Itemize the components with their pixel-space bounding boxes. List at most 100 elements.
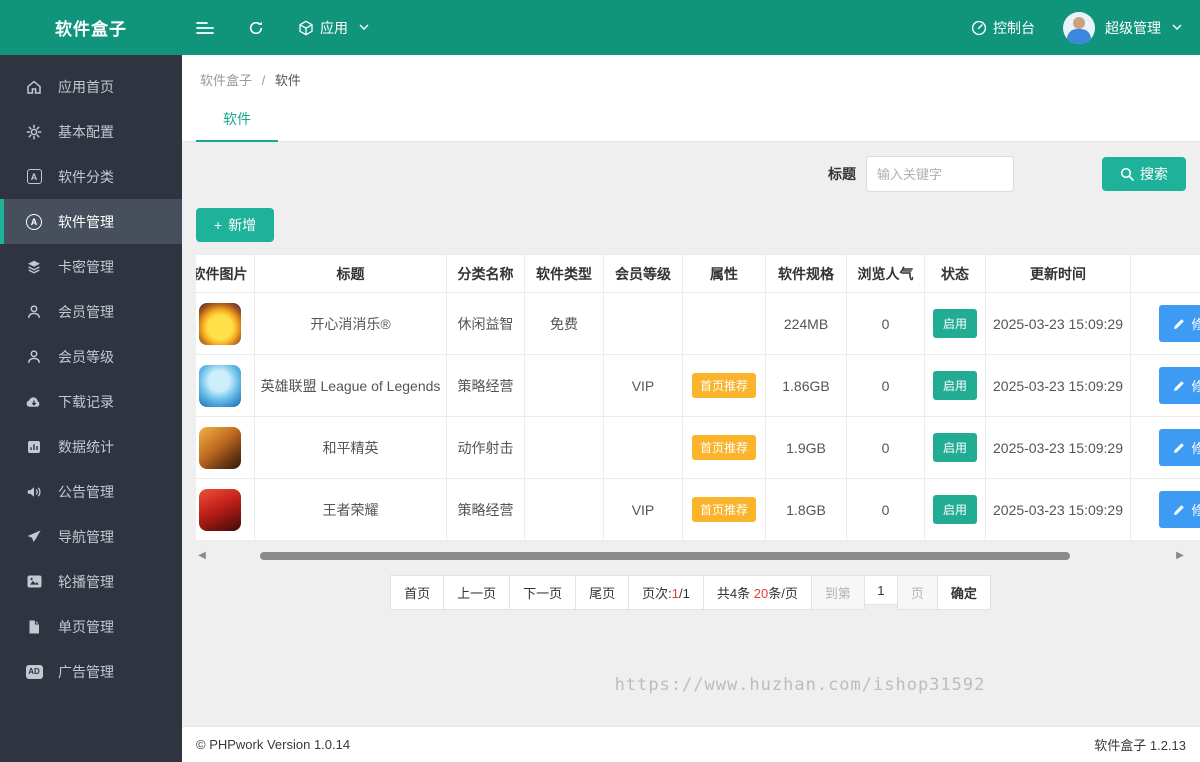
watermark: https://www.huzhan.com/ishop31592 — [614, 675, 986, 695]
pagination-next[interactable]: 下一页 — [509, 575, 577, 610]
breadcrumb-root[interactable]: 软件盒子 — [200, 73, 252, 88]
sidebar-item-software[interactable]: A 软件管理 — [0, 199, 182, 244]
edit-button[interactable]: 修改 — [1159, 491, 1200, 528]
cloud-download-icon — [24, 393, 44, 411]
status-toggle-button[interactable]: 启用 — [932, 309, 977, 338]
app-icon-happy-match — [198, 302, 241, 345]
ad-icon: AD — [24, 663, 44, 681]
cell-level — [603, 416, 683, 479]
sidebar-item-ads[interactable]: AD 广告管理 — [0, 649, 182, 694]
scroll-left-arrow[interactable]: ◀ — [196, 549, 208, 563]
table-header-row: 软件图片 标题 分类名称 软件类型 会员等级 属性 软件规格 浏览人气 状态 更… — [196, 254, 1200, 293]
scrollbar-thumb[interactable] — [260, 552, 1070, 560]
tab-bar: 软件 — [182, 99, 1200, 142]
user-menu-dropdown[interactable]: 超级管理 — [1103, 0, 1182, 55]
avatar[interactable] — [1063, 11, 1095, 44]
status-toggle-button[interactable]: 启用 — [932, 495, 977, 524]
search-field-label: 标题 — [828, 166, 856, 182]
col-level: 会员等级 — [603, 254, 683, 293]
cell-updated: 2025-03-23 15:09:29 — [985, 416, 1131, 479]
sidebar-item-config[interactable]: 基本配置 — [0, 109, 182, 154]
software-table: 软件图片 标题 分类名称 软件类型 会员等级 属性 软件规格 浏览人气 状态 更… — [196, 254, 1200, 541]
col-status: 状态 — [924, 254, 986, 293]
search-button[interactable]: 搜索 — [1102, 157, 1186, 191]
cell-type — [524, 354, 604, 417]
edit-button[interactable]: 修改 — [1159, 429, 1200, 466]
topbar: 软件盒子 应用 控制台 超级管理 — [0, 0, 1200, 55]
pagination-goto-unit: 页 — [896, 575, 938, 610]
sidebar-item-statistics[interactable]: 数据统计 — [0, 424, 182, 469]
refresh-icon — [248, 20, 264, 36]
chevron-down-icon — [1172, 24, 1182, 31]
collapse-menu-button[interactable] — [182, 0, 228, 55]
sidebar-item-pages[interactable]: 单页管理 — [0, 604, 182, 649]
send-icon — [24, 528, 44, 546]
layers-icon — [24, 258, 44, 276]
status-toggle-button[interactable]: 启用 — [932, 371, 977, 400]
toolbar: + 新增 — [182, 192, 1200, 254]
pagination-first[interactable]: 首页 — [390, 575, 445, 610]
user-icon — [24, 303, 44, 321]
console-button[interactable]: 控制台 — [957, 0, 1049, 55]
cell-size: 1.8GB — [765, 478, 847, 541]
home-recommend-badge: 首页推荐 — [691, 435, 756, 460]
app-menu-dropdown[interactable]: 应用 — [284, 0, 383, 55]
cell-level: VIP — [603, 478, 683, 541]
add-button[interactable]: + 新增 — [196, 208, 275, 242]
file-icon — [24, 618, 44, 636]
cell-type: 免费 — [524, 292, 604, 355]
app-icon-honor-of-kings — [198, 488, 241, 531]
cell-updated: 2025-03-23 15:09:29 — [985, 478, 1131, 541]
sidebar-item-categories[interactable]: A 软件分类 — [0, 154, 182, 199]
hamburger-icon — [196, 20, 214, 36]
pencil-icon — [1173, 504, 1185, 516]
sidebar-item-cardkeys[interactable]: 卡密管理 — [0, 244, 182, 289]
edit-button[interactable]: 修改 — [1159, 367, 1200, 404]
footer: © PHPwork Version 1.0.14 软件盒子 1.2.13 — [182, 726, 1200, 762]
cell-category: 策略经营 — [446, 478, 525, 541]
cell-title: 英雄联盟 League of Legends — [254, 354, 447, 417]
col-attr: 属性 — [682, 254, 766, 293]
cell-level — [603, 292, 683, 355]
table-row: 英雄联盟 League of Legends 策略经营 VIP 首页推荐 1.8… — [196, 354, 1200, 417]
horizontal-scrollbar: ◀ ▶ — [196, 549, 1186, 563]
sidebar-item-members[interactable]: 会员管理 — [0, 289, 182, 334]
pagination-confirm-button[interactable]: 确定 — [936, 575, 991, 610]
footer-version: 软件盒子 1.2.13 — [1094, 738, 1186, 753]
col-category: 分类名称 — [446, 254, 525, 293]
sidebar-item-navigation[interactable]: 导航管理 — [0, 514, 182, 559]
edit-button[interactable]: 修改 — [1159, 305, 1200, 342]
scroll-right-arrow[interactable]: ▶ — [1174, 549, 1186, 563]
status-toggle-button[interactable]: 启用 — [932, 433, 977, 462]
cell-title: 和平精英 — [254, 416, 447, 479]
pagination-last[interactable]: 尾页 — [575, 575, 630, 610]
pagination: 首页 上一页 下一页 尾页 页次:1/1 共4条 20条/页 到第 页 确定 — [182, 575, 1200, 610]
app-circle-icon: A — [24, 213, 44, 231]
gear-icon — [24, 123, 44, 141]
sidebar-item-home[interactable]: 应用首页 — [0, 64, 182, 109]
search-bar: 标题 搜索 — [182, 142, 1200, 192]
col-title: 标题 — [254, 254, 447, 293]
sidebar-item-carousel[interactable]: 轮播管理 — [0, 559, 182, 604]
cell-updated: 2025-03-23 15:09:29 — [985, 292, 1131, 355]
col-size: 软件规格 — [765, 254, 847, 293]
sidebar-item-member-levels[interactable]: 会员等级 — [0, 334, 182, 379]
cell-views: 0 — [846, 292, 925, 355]
table-row: 和平精英 动作射击 首页推荐 1.9GB 0 启用 2025-03-23 15:… — [196, 416, 1200, 479]
cell-size: 1.86GB — [765, 354, 847, 417]
sidebar-item-downloads[interactable]: 下载记录 — [0, 379, 182, 424]
sidebar-item-announcements[interactable]: 公告管理 — [0, 469, 182, 514]
pagination-goto-input[interactable] — [863, 575, 898, 605]
cell-title: 王者荣耀 — [254, 478, 447, 541]
user-icon — [24, 348, 44, 366]
cell-level: VIP — [603, 354, 683, 417]
refresh-button[interactable] — [234, 0, 278, 55]
home-icon — [24, 78, 44, 96]
tab-software[interactable]: 软件 — [196, 99, 278, 142]
col-updated: 更新时间 — [985, 254, 1131, 293]
scrollbar-track[interactable] — [208, 551, 1174, 561]
app-icon-league-of-legends — [198, 364, 241, 407]
search-input[interactable] — [866, 156, 1014, 192]
app-logo: 软件盒子 — [55, 20, 127, 39]
pagination-prev[interactable]: 上一页 — [443, 575, 511, 610]
